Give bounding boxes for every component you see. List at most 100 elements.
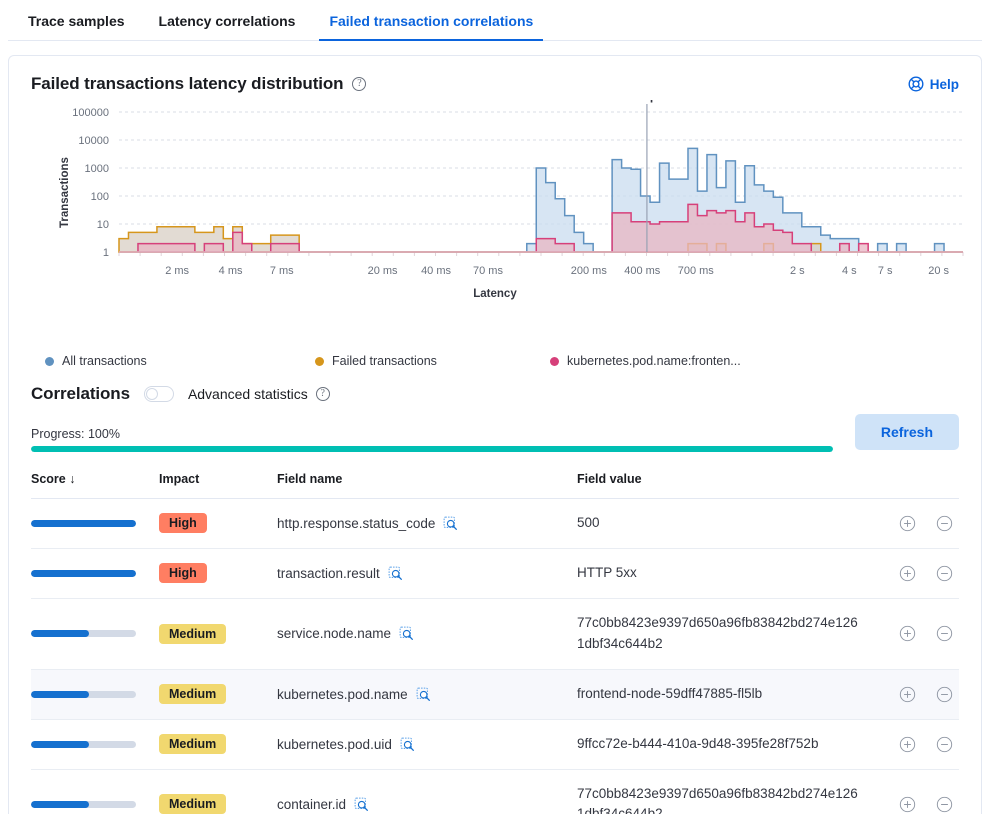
cell-field-name: kubernetes.pod.uid: [277, 719, 577, 769]
legend-color-dot: [550, 357, 559, 366]
sort-descending-icon: ↓: [69, 472, 75, 486]
tab-trace-samples[interactable]: Trace samples: [18, 14, 135, 40]
question-mark-icon[interactable]: ?: [316, 387, 330, 401]
svg-text:4 s: 4 s: [842, 265, 857, 277]
legend-label: All transactions: [62, 354, 147, 368]
chart-svg: 11010010001000010000095p2 ms4 ms7 ms20 m…: [31, 100, 975, 300]
cell-field-value: 9ffcc72e-b444-410a-9d48-395fe28f752b: [577, 719, 864, 769]
progress-bar-fill: [31, 446, 833, 452]
svg-text:100: 100: [91, 191, 109, 203]
magnifier-icon[interactable]: [354, 797, 369, 812]
field-value-text: 9ffcc72e-b444-410a-9d48-395fe28f752b: [577, 734, 864, 755]
latency-distribution-chart[interactable]: 11010010001000010000095p2 ms4 ms7 ms20 m…: [31, 100, 959, 340]
table-row[interactable]: Mediumkubernetes.pod.namefrontend-node-5…: [31, 669, 959, 719]
plus-circle-icon[interactable]: [899, 686, 916, 703]
row-actions: [864, 736, 959, 753]
plus-circle-icon[interactable]: [899, 565, 916, 582]
correlations-title: Correlations: [31, 384, 130, 404]
row-actions: [864, 686, 959, 703]
minus-circle-icon[interactable]: [936, 565, 953, 582]
table-row[interactable]: Mediumservice.node.name77c0bb8423e9397d6…: [31, 598, 959, 669]
svg-text:4 ms: 4 ms: [219, 265, 243, 277]
legend-label: Failed transactions: [332, 354, 437, 368]
minus-circle-icon[interactable]: [936, 796, 953, 813]
field-name-text: container.id: [277, 797, 346, 812]
column-header-field-name[interactable]: Field name: [277, 466, 577, 499]
cell-score: [31, 769, 159, 814]
magnifier-icon[interactable]: [399, 626, 414, 641]
page-title: Failed transactions latency distribution…: [31, 74, 366, 94]
field-name-text: transaction.result: [277, 566, 380, 581]
score-bar: [31, 691, 136, 698]
table-row[interactable]: Hightransaction.resultHTTP 5xx: [31, 548, 959, 598]
plus-circle-icon[interactable]: [899, 736, 916, 753]
field-name-group: transaction.result: [277, 566, 577, 581]
svg-text:2 ms: 2 ms: [165, 265, 189, 277]
svg-text:95p: 95p: [637, 100, 658, 103]
tab-latency-correlations[interactable]: Latency correlations: [149, 14, 306, 40]
field-value-text: HTTP 5xx: [577, 563, 864, 584]
cell-actions: [864, 769, 959, 814]
score-bar: [31, 741, 136, 748]
cell-field-name: container.id: [277, 769, 577, 814]
column-header-score[interactable]: Score ↓: [31, 466, 159, 499]
refresh-button[interactable]: Refresh: [855, 414, 959, 450]
progress-label: Progress: 100%: [31, 427, 841, 441]
help-button[interactable]: Help: [908, 76, 959, 92]
score-bar: [31, 630, 136, 637]
column-header-impact[interactable]: Impact: [159, 466, 277, 499]
field-name-group: http.response.status_code: [277, 516, 577, 531]
svg-text:7 ms: 7 ms: [270, 265, 294, 277]
column-header-field-value[interactable]: Field value: [577, 466, 864, 499]
svg-text:400 ms: 400 ms: [624, 265, 661, 277]
cell-field-value: HTTP 5xx: [577, 548, 864, 598]
tab-label: Latency correlations: [159, 13, 296, 29]
plus-circle-icon[interactable]: [899, 515, 916, 532]
advanced-statistics-toggle[interactable]: [144, 386, 174, 402]
panel-title-text: Failed transactions latency distribution: [31, 74, 343, 94]
svg-text:2 s: 2 s: [790, 265, 805, 277]
table-row[interactable]: Mediumcontainer.id77c0bb8423e9397d650a96…: [31, 769, 959, 814]
svg-text:10: 10: [97, 219, 109, 231]
table-row[interactable]: Highhttp.response.status_code500: [31, 499, 959, 549]
minus-circle-icon[interactable]: [936, 686, 953, 703]
column-header-actions: [864, 466, 959, 499]
field-value-text: 500: [577, 513, 864, 534]
toggle-knob: [146, 388, 158, 400]
correlations-header: Correlations Advanced statistics ?: [31, 384, 959, 404]
field-value-text: 77c0bb8423e9397d650a96fb83842bd274e1261d…: [577, 613, 864, 655]
row-actions: [864, 565, 959, 582]
minus-circle-icon[interactable]: [936, 515, 953, 532]
cell-impact: Medium: [159, 769, 277, 814]
field-name-group: container.id: [277, 797, 577, 812]
minus-circle-icon[interactable]: [936, 625, 953, 642]
magnifier-icon[interactable]: [400, 737, 415, 752]
minus-circle-icon[interactable]: [936, 736, 953, 753]
row-actions: [864, 515, 959, 532]
question-mark-icon[interactable]: ?: [352, 77, 366, 91]
advanced-statistics-label-group: Advanced statistics ?: [188, 386, 330, 402]
svg-text:100000: 100000: [72, 107, 109, 119]
tab-failed-transaction-correlations[interactable]: Failed transaction correlations: [319, 14, 543, 40]
plus-circle-icon[interactable]: [899, 625, 916, 642]
legend-item-all-transactions[interactable]: All transactions: [45, 354, 315, 368]
cell-actions: [864, 548, 959, 598]
magnifier-icon[interactable]: [416, 687, 431, 702]
status-badge: Medium: [159, 684, 226, 704]
table-row[interactable]: Mediumkubernetes.pod.uid9ffcc72e-b444-41…: [31, 719, 959, 769]
cell-score: [31, 719, 159, 769]
tab-label: Failed transaction correlations: [329, 13, 533, 29]
cell-impact: Medium: [159, 669, 277, 719]
tab-label: Trace samples: [28, 13, 125, 29]
score-bar-fill: [31, 741, 89, 748]
legend-item-kubernetes-pod-name[interactable]: kubernetes.pod.name:fronten...: [550, 354, 741, 368]
score-bar-fill: [31, 570, 136, 577]
legend-item-failed-transactions[interactable]: Failed transactions: [315, 354, 550, 368]
field-name-group: service.node.name: [277, 626, 577, 641]
plus-circle-icon[interactable]: [899, 796, 916, 813]
lifebuoy-icon: [908, 76, 924, 92]
row-actions: [864, 625, 959, 642]
correlations-table: Score ↓ Impact Field name Field value Hi…: [31, 466, 959, 814]
magnifier-icon[interactable]: [388, 566, 403, 581]
magnifier-icon[interactable]: [443, 516, 458, 531]
